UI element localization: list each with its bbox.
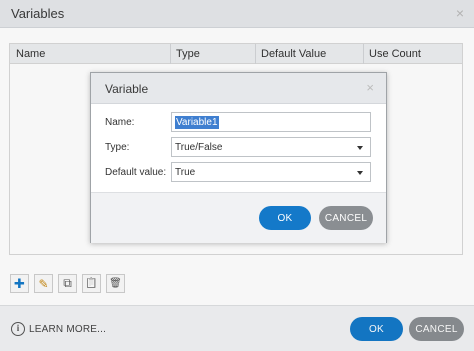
variable-modal-title: Variable [105,82,149,96]
name-field[interactable]: Variable1 [171,112,371,132]
default-value-select[interactable]: True [171,162,371,182]
variable-modal-header: Variable × [91,73,386,104]
name-field-value: Variable1 [175,115,219,129]
type-row: Type: [105,142,171,153]
chevron-down-icon [357,171,363,175]
modal-ok-button[interactable]: OK [259,206,311,230]
name-row: Name: [105,117,171,128]
type-select[interactable]: True/False [171,137,371,157]
type-select-value: True/False [175,141,223,153]
name-label: Name: [105,117,135,128]
default-value-row: Default value: [105,167,171,178]
default-value-label: Default value: [105,167,167,178]
variable-modal: Variable × Name: Variable1 Type: True/Fa… [90,72,387,243]
type-label: Type: [105,142,130,153]
modal-cancel-button[interactable]: CANCEL [319,206,373,230]
variable-modal-footer: OK CANCEL [91,192,386,243]
default-value-select-value: True [175,166,196,178]
close-icon[interactable]: × [366,80,374,95]
chevron-down-icon [357,146,363,150]
